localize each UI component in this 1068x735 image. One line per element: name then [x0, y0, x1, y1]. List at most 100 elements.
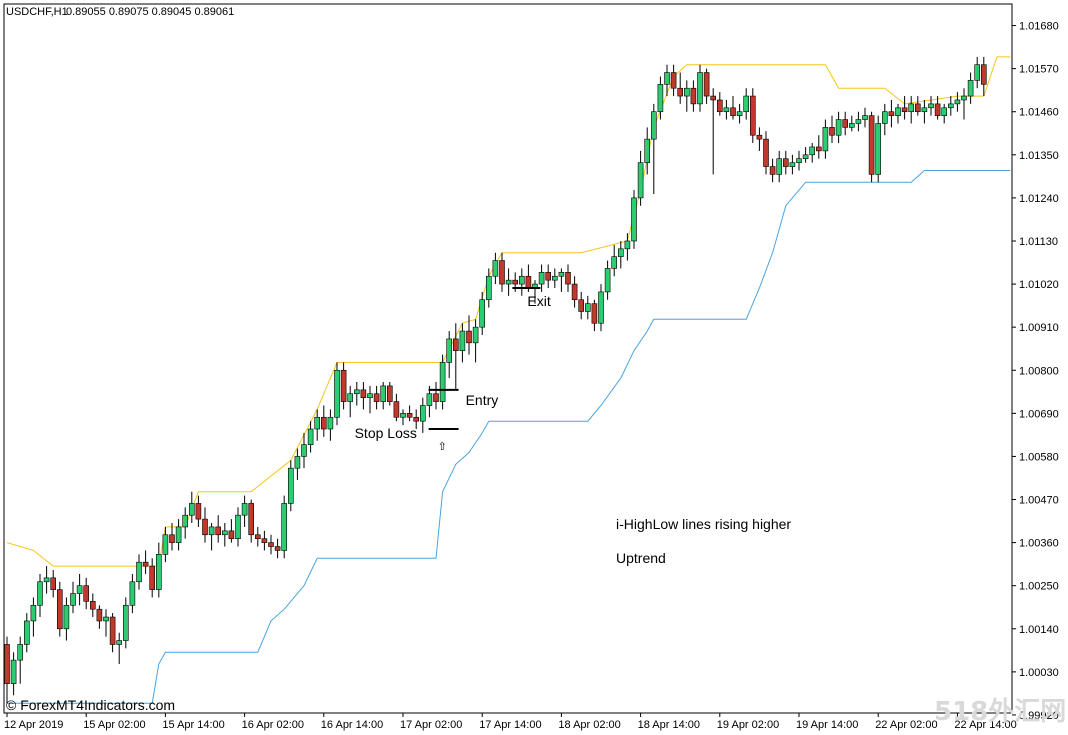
candle-body	[129, 581, 136, 606]
candle-body	[499, 260, 505, 285]
candle-body	[63, 604, 70, 630]
candle-body	[314, 416, 321, 430]
candle-body	[895, 107, 901, 116]
stop-loss-label: Stop Loss	[355, 425, 417, 441]
candle-body	[43, 577, 50, 583]
y-tick-label: 1.00140	[1019, 624, 1059, 636]
candle-body	[974, 64, 981, 81]
candle-body	[980, 64, 987, 85]
candle-body	[301, 444, 307, 457]
y-tick-label: 1.01020	[1019, 279, 1059, 291]
candle-body	[334, 369, 340, 418]
candle-body	[109, 616, 116, 645]
candle-body	[4, 644, 10, 684]
x-tick-label: 19 Apr 14:00	[796, 719, 858, 731]
x-tick-label: 17 Apr 02:00	[400, 719, 462, 731]
candle-body	[776, 158, 783, 175]
y-tick-label: 1.01570	[1019, 64, 1059, 76]
candle-body	[215, 526, 221, 536]
y-tick-label: 1.00030	[1019, 667, 1059, 679]
candle-body	[472, 326, 479, 344]
x-tick-label: 19 Apr 02:00	[717, 719, 779, 731]
candle-body	[525, 275, 532, 289]
candle-body	[83, 585, 89, 602]
candle-body	[485, 275, 492, 301]
candle-body	[347, 393, 354, 402]
candle-body	[565, 272, 571, 285]
x-tick-label: 18 Apr 14:00	[638, 719, 700, 731]
candle-body	[822, 127, 829, 152]
candle-body	[716, 99, 723, 113]
candle-body	[670, 72, 677, 89]
candle-body	[921, 107, 928, 113]
candle-body	[37, 581, 43, 606]
candle-body	[50, 577, 57, 590]
candle-body	[96, 608, 103, 622]
candle-body	[928, 103, 934, 109]
candle-body	[551, 275, 558, 281]
candle-body	[103, 616, 109, 622]
candle-body	[189, 503, 195, 516]
candle-body	[769, 166, 776, 175]
y-tick-label: 1.00910	[1019, 322, 1059, 334]
candle	[281, 495, 288, 559]
candle-body	[248, 503, 254, 536]
candle-body	[169, 534, 175, 543]
chart-window[interactable]: Entry Stop Loss ⇧ Exit i-HighLow lines risin…	[0, 0, 1068, 735]
plot-area[interactable]	[3, 3, 1013, 714]
candle-body	[327, 416, 334, 430]
candle-body	[855, 119, 862, 124]
candle-body	[591, 303, 598, 324]
candle-body	[637, 162, 644, 199]
candle-body	[30, 604, 37, 622]
candle-body	[287, 467, 294, 504]
y-tick-label: 1.00800	[1019, 365, 1059, 377]
candle-body	[578, 299, 585, 312]
candle-body	[175, 526, 182, 543]
candle-body	[789, 162, 796, 167]
candle-body	[367, 393, 373, 398]
candle-body	[881, 111, 888, 124]
candle-body	[149, 565, 155, 590]
candle	[875, 115, 882, 183]
candle-body	[353, 389, 360, 395]
candle-body	[228, 530, 235, 539]
candle-body	[156, 554, 162, 590]
candle-body	[518, 275, 525, 285]
candle-body	[222, 530, 228, 536]
x-tick-label: 16 Apr 14:00	[321, 719, 383, 731]
candle-body	[261, 538, 268, 543]
candle-body	[136, 561, 142, 583]
candle-body	[697, 72, 703, 105]
candle-body	[829, 127, 835, 136]
candle-body	[901, 107, 908, 113]
note-line-2: Uptrend	[616, 550, 666, 566]
candle-body	[340, 369, 347, 402]
candle-body	[459, 330, 466, 351]
candle-body	[848, 123, 855, 128]
plot-frame	[3, 3, 1013, 714]
x-tick-label: 16 Apr 02:00	[242, 719, 304, 731]
x-tick-label: 22 Apr 02:00	[875, 719, 937, 731]
candle-body	[749, 95, 756, 136]
candle-body	[756, 134, 763, 140]
candle-body	[479, 299, 486, 328]
candle-body	[796, 158, 802, 163]
candle-body	[274, 546, 281, 551]
candle-body	[631, 197, 637, 242]
candle-body	[743, 95, 750, 113]
y-tick-label: 1.01680	[1019, 21, 1059, 33]
x-tick-label: 17 Apr 14:00	[479, 719, 541, 731]
candle-body	[452, 338, 459, 351]
price-chart[interactable]: Entry Stop Loss ⇧ Exit i-HighLow lines risin…	[0, 0, 1068, 735]
candle-body	[617, 248, 624, 257]
x-tick-label: 18 Apr 02:00	[558, 719, 620, 731]
y-tick-label: 1.00580	[1019, 451, 1059, 463]
candle-body	[934, 103, 941, 116]
x-tick-label: 15 Apr 14:00	[162, 719, 224, 731]
candle-body	[677, 87, 684, 97]
candle-body	[76, 585, 83, 594]
candle-body	[611, 256, 618, 269]
candle-body	[400, 413, 406, 418]
chart-symbol: USDCHF,H1	[6, 6, 68, 18]
